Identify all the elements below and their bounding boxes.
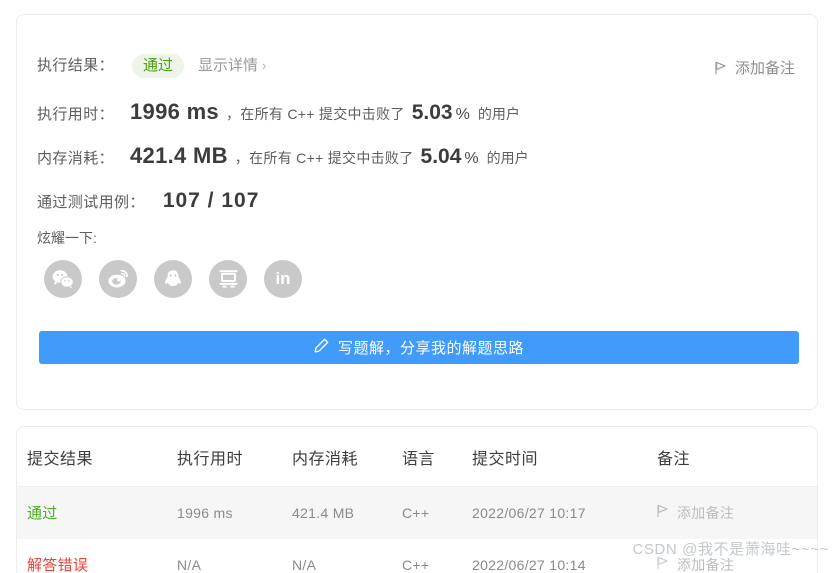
douban-icon[interactable]	[209, 260, 247, 298]
runtime-value: 1996 ms	[130, 99, 219, 124]
runtime-users-text: 的用户	[477, 106, 520, 122]
row-status[interactable]: 通过	[27, 505, 58, 522]
add-note-button[interactable]: 添加备注	[715, 57, 795, 78]
status-badge: 通过	[132, 54, 185, 79]
runtime-percentile: 5.03	[411, 101, 453, 124]
flag-icon	[657, 504, 669, 521]
csdn-watermark: CSDN @我不是萧海哇~~~~	[632, 541, 829, 558]
table-row[interactable]: 通过 1996 ms 421.4 MB C++ 2022/06/27 10:17…	[17, 486, 817, 539]
result-summary-card: 执行结果： 通过 显示详情 › 添加备注 执行用时： 1996 ms ，在所有 C…	[16, 14, 818, 410]
column-header-result: 提交结果	[17, 427, 177, 487]
share-label: 炫耀一下:	[37, 230, 97, 246]
weibo-icon[interactable]	[99, 260, 137, 298]
memory-percentile: 5.04	[420, 145, 462, 168]
row-memory: N/A	[292, 556, 317, 573]
column-header-note: 备注	[657, 427, 817, 487]
execution-result-row: 执行结果： 通过 显示详情 ›	[37, 54, 266, 79]
write-solution-button[interactable]: 写题解，分享我的解题思路	[39, 331, 799, 364]
add-note-label: 添加备注	[734, 60, 795, 77]
runtime-row: 执行用时： 1996 ms ，在所有 C++ 提交中击败了 5.03% 的用户	[37, 99, 520, 125]
memory-value: 421.4 MB	[130, 143, 228, 168]
memory-percent-sign: %	[464, 150, 479, 167]
row-status[interactable]: 解答错误	[27, 557, 88, 573]
write-solution-label: 写题解，分享我的解题思路	[337, 340, 524, 357]
row-runtime: N/A	[177, 556, 202, 573]
testcases-label: 通过测试用例：	[37, 194, 145, 211]
row-time: 2022/06/27 10:14	[472, 556, 586, 573]
submission-result-page: 执行结果： 通过 显示详情 › 添加备注 执行用时： 1996 ms ，在所有 C…	[0, 0, 835, 573]
runtime-tail-text: ，在所有 C++ 提交中击败了	[225, 106, 405, 122]
pencil-icon	[314, 338, 329, 357]
row-add-note-label: 添加备注	[677, 504, 735, 521]
show-detail-link[interactable]: 显示详情 ›	[198, 54, 266, 75]
testcases-value: 107 / 107	[162, 189, 260, 212]
column-header-runtime: 执行用时	[177, 427, 292, 487]
row-runtime: 1996 ms	[177, 486, 292, 539]
runtime-percent-sign: %	[455, 106, 470, 123]
column-header-memory: 内存消耗	[292, 427, 402, 487]
qq-icon[interactable]	[154, 260, 192, 298]
row-time: 2022/06/27 10:17	[472, 486, 657, 539]
table-header-row: 提交结果 执行用时 内存消耗 语言 提交时间 备注	[17, 427, 817, 487]
wechat-icon[interactable]	[44, 260, 82, 298]
linkedin-glyph: in	[275, 269, 291, 288]
linkedin-icon[interactable]: in	[264, 260, 302, 298]
memory-users-text: 的用户	[486, 150, 529, 166]
show-detail-label: 显示详情	[198, 57, 259, 74]
share-icon-list: in	[44, 260, 302, 298]
column-header-time: 提交时间	[472, 427, 657, 487]
flag-icon	[715, 61, 727, 75]
row-memory: 421.4 MB	[292, 486, 402, 539]
row-language: C++	[402, 556, 430, 573]
memory-row: 内存消耗： 421.4 MB ，在所有 C++ 提交中击败了 5.04% 的用户	[37, 143, 529, 169]
chevron-right-icon: ›	[262, 58, 267, 73]
runtime-label: 执行用时：	[37, 106, 115, 123]
memory-tail-text: ，在所有 C++ 提交中击败了	[234, 150, 414, 166]
column-header-language: 语言	[402, 427, 472, 487]
testcases-row: 通过测试用例： 107 / 107	[37, 189, 259, 213]
row-language: C++	[402, 486, 472, 539]
memory-label: 内存消耗：	[37, 150, 115, 167]
execution-result-label: 执行结果：	[37, 57, 115, 74]
row-add-note-button[interactable]: 添加备注	[657, 503, 817, 523]
